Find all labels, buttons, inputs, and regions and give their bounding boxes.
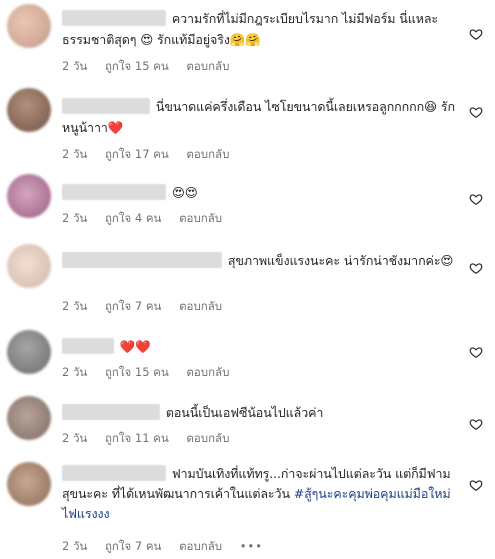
comment-text: 😍😍 — [62, 182, 457, 203]
avatar[interactable] — [7, 330, 51, 374]
heart-icon[interactable] — [469, 478, 483, 492]
username-blurred[interactable] — [62, 465, 166, 481]
comment-time: 2 วัน — [62, 431, 88, 445]
comment-text: ฟามบันเทิงที่แท้ทรู...ก่าจะผ่านไปแต่ละวั… — [62, 465, 451, 521]
reply-button[interactable]: ตอบกลับ — [179, 539, 222, 553]
heart-icon[interactable] — [469, 27, 483, 41]
comment-meta: 2 วัน ถูกใจ 7 คน ตอบกลับ — [62, 298, 236, 316]
heart-icon[interactable] — [469, 192, 483, 206]
heart-icon[interactable] — [469, 105, 483, 119]
reply-button[interactable]: ตอบกลับ — [186, 365, 229, 379]
comment-likes[interactable]: ถูกใจ 17 คน — [105, 147, 169, 161]
avatar[interactable] — [7, 244, 51, 288]
comment-likes[interactable]: ถูกใจ 15 คน — [105, 59, 169, 73]
comment-time: 2 วัน — [62, 211, 88, 225]
heart-icon[interactable] — [469, 345, 483, 359]
comment-time: 2 วัน — [62, 299, 88, 313]
avatar[interactable] — [7, 4, 51, 48]
username-blurred[interactable] — [62, 10, 166, 26]
comment-text: สุขภาพแข็งแรงนะคะ น่ารักน่าชังมากค่ะ😍 — [62, 250, 457, 271]
comment-text: ความรักที่ไม่มีกฎระเบียบไรมาก ไม่มีฟอร์ม… — [62, 10, 439, 47]
comment-likes[interactable]: ถูกใจ 4 คน — [105, 211, 161, 225]
comment-likes[interactable]: ถูกใจ 7 คน — [105, 539, 161, 553]
comment-text: นี่ขนาดแค่ครึ่งเดือน ไซโยขนาดนี้เลยเหรอล… — [62, 98, 455, 135]
comment-text: ตอนนี้เป็นเอฟซีน้อนไปแล้วค่า — [62, 402, 457, 423]
reply-button[interactable]: ตอบกลับ — [186, 147, 229, 161]
avatar[interactable] — [7, 88, 51, 132]
comment-text: ❤️❤️ — [62, 336, 457, 357]
comment-time: 2 วัน — [62, 147, 88, 161]
username-blurred[interactable] — [62, 98, 150, 114]
reply-button[interactable]: ตอบกลับ — [179, 299, 222, 313]
reply-button[interactable]: ตอบกลับ — [179, 211, 222, 225]
heart-icon[interactable] — [469, 417, 483, 431]
avatar[interactable] — [7, 174, 51, 218]
comment-meta: 2 วัน ถูกใจ 15 คน ตอบกลับ — [62, 58, 243, 76]
username-blurred[interactable] — [62, 338, 114, 354]
comment-time: 2 วัน — [62, 539, 88, 553]
comment-likes[interactable]: ถูกใจ 11 คน — [105, 431, 169, 445]
heart-icon[interactable] — [469, 261, 483, 275]
username-blurred[interactable] — [62, 404, 160, 420]
username-blurred[interactable] — [62, 184, 166, 200]
comment-meta: 2 วัน ถูกใจ 11 คน ตอบกลับ — [62, 430, 243, 448]
comment-likes[interactable]: ถูกใจ 15 คน — [105, 365, 169, 379]
avatar[interactable] — [7, 462, 51, 506]
comment-meta: 2 วัน ถูกใจ 15 คน ตอบกลับ — [62, 364, 243, 382]
reply-button[interactable]: ตอบกลับ — [186, 59, 229, 73]
reply-button[interactable]: ตอบกลับ — [186, 431, 229, 445]
comment-meta: 2 วัน ถูกใจ 7 คน ตอบกลับ ••• — [62, 538, 277, 556]
comment-meta: 2 วัน ถูกใจ 17 คน ตอบกลับ — [62, 146, 243, 164]
comment-likes[interactable]: ถูกใจ 7 คน — [105, 299, 161, 313]
more-options-icon[interactable]: ••• — [240, 539, 263, 553]
comment-time: 2 วัน — [62, 365, 88, 379]
comment-meta: 2 วัน ถูกใจ 4 คน ตอบกลับ — [62, 210, 236, 228]
username-blurred[interactable] — [62, 252, 222, 268]
comment-time: 2 วัน — [62, 59, 88, 73]
avatar[interactable] — [7, 396, 51, 440]
